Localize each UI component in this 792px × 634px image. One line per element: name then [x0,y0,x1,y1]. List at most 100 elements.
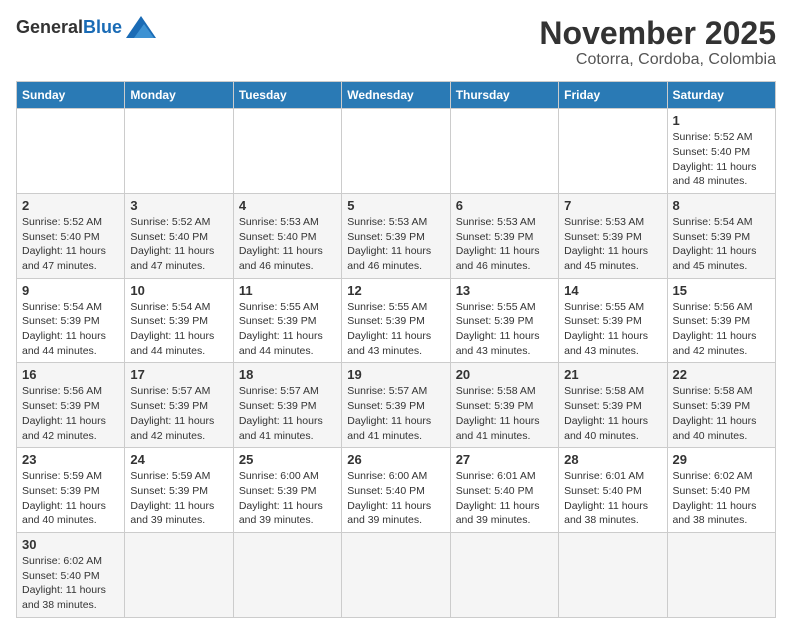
day-number: 29 [673,452,770,467]
weekday-header-tuesday: Tuesday [233,82,341,109]
day-info: Sunrise: 5:58 AMSunset: 5:39 PMDaylight:… [673,384,770,443]
day-info: Sunrise: 5:59 AMSunset: 5:39 PMDaylight:… [130,469,227,528]
day-info: Sunrise: 5:59 AMSunset: 5:39 PMDaylight:… [22,469,119,528]
calendar-cell: 23 Sunrise: 5:59 AMSunset: 5:39 PMDayligh… [17,448,125,533]
calendar-title: November 2025 [539,16,776,51]
day-info: Sunrise: 5:57 AMSunset: 5:39 PMDaylight:… [347,384,444,443]
calendar-cell: 26Sunrise: 6:00 AMSunset: 5:40 PMDayligh… [342,448,450,533]
day-info: Sunrise: 5:53 AMSunset: 5:40 PMDaylight:… [239,215,336,274]
day-number: 2 [22,198,119,213]
calendar-cell: 13 Sunrise: 5:55 AMSunset: 5:39 PMDayligh… [450,278,558,363]
calendar-cell: 14 Sunrise: 5:55 AMSunset: 5:39 PMDayligh… [559,278,667,363]
day-number: 16 [22,367,119,382]
day-number: 9 [22,283,119,298]
calendar-cell [450,532,558,617]
calendar-cell: 16 Sunrise: 5:56 AMSunset: 5:39 PMDayligh… [17,363,125,448]
calendar-week-row: 9 Sunrise: 5:54 AMSunset: 5:39 PMDaylight… [17,278,776,363]
day-number: 18 [239,367,336,382]
day-info: Sunrise: 5:52 AMSunset: 5:40 PMDaylight:… [22,215,119,274]
calendar-week-row: 30 Sunrise: 6:02 AMSunset: 5:40 PMDayligh… [17,532,776,617]
day-number: 6 [456,198,553,213]
day-info: Sunrise: 6:02 AMSunset: 5:40 PMDaylight:… [22,554,119,613]
calendar-cell: 21 Sunrise: 5:58 AMSunset: 5:39 PMDayligh… [559,363,667,448]
logo-text: GeneralBlue [16,18,122,36]
day-info: Sunrise: 5:58 AMSunset: 5:39 PMDaylight:… [564,384,661,443]
day-number: 7 [564,198,661,213]
calendar-cell [17,109,125,194]
title-area: November 2025 Cotorra, Cordoba, Colombia [539,16,776,69]
calendar-cell [125,532,233,617]
day-number: 15 [673,283,770,298]
day-number: 12 [347,283,444,298]
day-info: Sunrise: 5:55 AMSunset: 5:39 PMDaylight:… [456,300,553,359]
calendar-cell: 10Sunrise: 5:54 AMSunset: 5:39 PMDayligh… [125,278,233,363]
weekday-header-friday: Friday [559,82,667,109]
weekday-header-sunday: Sunday [17,82,125,109]
weekday-header-monday: Monday [125,82,233,109]
calendar-cell: 11 Sunrise: 5:55 AMSunset: 5:39 PMDayligh… [233,278,341,363]
calendar-cell [559,532,667,617]
day-number: 14 [564,283,661,298]
calendar-cell: 22Sunrise: 5:58 AMSunset: 5:39 PMDayligh… [667,363,775,448]
calendar-cell: 29 Sunrise: 6:02 AMSunset: 5:40 PMDayligh… [667,448,775,533]
calendar-cell: 18 Sunrise: 5:57 AMSunset: 5:39 PMDayligh… [233,363,341,448]
day-number: 4 [239,198,336,213]
day-info: Sunrise: 5:55 AMSunset: 5:39 PMDaylight:… [239,300,336,359]
day-info: Sunrise: 5:55 AMSunset: 5:39 PMDaylight:… [564,300,661,359]
day-number: 27 [456,452,553,467]
day-number: 8 [673,198,770,213]
calendar-cell: 4 Sunrise: 5:53 AMSunset: 5:40 PMDaylight… [233,193,341,278]
calendar-cell: 27 Sunrise: 6:01 AMSunset: 5:40 PMDayligh… [450,448,558,533]
calendar-cell [559,109,667,194]
day-number: 30 [22,537,119,552]
day-info: Sunrise: 5:53 AMSunset: 5:39 PMDaylight:… [564,215,661,274]
logo: GeneralBlue [16,16,156,38]
day-number: 28 [564,452,661,467]
calendar-cell [342,532,450,617]
day-info: Sunrise: 5:58 AMSunset: 5:39 PMDaylight:… [456,384,553,443]
calendar-table: SundayMondayTuesdayWednesdayThursdayFrid… [16,81,776,618]
day-info: Sunrise: 5:56 AMSunset: 5:39 PMDaylight:… [22,384,119,443]
calendar-cell: 28Sunrise: 6:01 AMSunset: 5:40 PMDayligh… [559,448,667,533]
calendar-week-row: 23 Sunrise: 5:59 AMSunset: 5:39 PMDayligh… [17,448,776,533]
calendar-cell: 25 Sunrise: 6:00 AMSunset: 5:39 PMDayligh… [233,448,341,533]
day-info: Sunrise: 6:00 AMSunset: 5:39 PMDaylight:… [239,469,336,528]
day-number: 19 [347,367,444,382]
calendar-week-row: 1Sunrise: 5:52 AMSunset: 5:40 PMDaylight… [17,109,776,194]
day-info: Sunrise: 5:52 AMSunset: 5:40 PMDaylight:… [130,215,227,274]
day-number: 10 [130,283,227,298]
calendar-cell: 17Sunrise: 5:57 AMSunset: 5:39 PMDayligh… [125,363,233,448]
weekday-header-thursday: Thursday [450,82,558,109]
day-info: Sunrise: 5:55 AMSunset: 5:39 PMDaylight:… [347,300,444,359]
calendar-cell: 24Sunrise: 5:59 AMSunset: 5:39 PMDayligh… [125,448,233,533]
calendar-cell: 7 Sunrise: 5:53 AMSunset: 5:39 PMDaylight… [559,193,667,278]
calendar-cell: 3 Sunrise: 5:52 AMSunset: 5:40 PMDaylight… [125,193,233,278]
day-info: Sunrise: 5:53 AMSunset: 5:39 PMDaylight:… [347,215,444,274]
day-number: 13 [456,283,553,298]
calendar-cell [233,109,341,194]
day-info: Sunrise: 5:54 AMSunset: 5:39 PMDaylight:… [22,300,119,359]
calendar-cell: 8 Sunrise: 5:54 AMSunset: 5:39 PMDaylight… [667,193,775,278]
calendar-week-row: 2 Sunrise: 5:52 AMSunset: 5:40 PMDaylight… [17,193,776,278]
day-info: Sunrise: 6:01 AMSunset: 5:40 PMDaylight:… [456,469,553,528]
day-number: 11 [239,283,336,298]
day-number: 25 [239,452,336,467]
day-info: Sunrise: 5:54 AMSunset: 5:39 PMDaylight:… [673,215,770,274]
calendar-cell: 20 Sunrise: 5:58 AMSunset: 5:39 PMDayligh… [450,363,558,448]
calendar-cell: 15 Sunrise: 5:56 AMSunset: 5:39 PMDayligh… [667,278,775,363]
calendar-cell: 30 Sunrise: 6:02 AMSunset: 5:40 PMDayligh… [17,532,125,617]
calendar-cell: 2 Sunrise: 5:52 AMSunset: 5:40 PMDaylight… [17,193,125,278]
day-number: 21 [564,367,661,382]
calendar-cell [342,109,450,194]
day-number: 23 [22,452,119,467]
logo-blue: Blue [83,17,122,37]
day-number: 26 [347,452,444,467]
day-number: 20 [456,367,553,382]
day-info: Sunrise: 5:56 AMSunset: 5:39 PMDaylight:… [673,300,770,359]
day-info: Sunrise: 5:57 AMSunset: 5:39 PMDaylight:… [130,384,227,443]
day-info: Sunrise: 6:02 AMSunset: 5:40 PMDaylight:… [673,469,770,528]
day-number: 1 [673,113,770,128]
day-info: Sunrise: 5:57 AMSunset: 5:39 PMDaylight:… [239,384,336,443]
day-number: 3 [130,198,227,213]
calendar-cell: 9 Sunrise: 5:54 AMSunset: 5:39 PMDaylight… [17,278,125,363]
